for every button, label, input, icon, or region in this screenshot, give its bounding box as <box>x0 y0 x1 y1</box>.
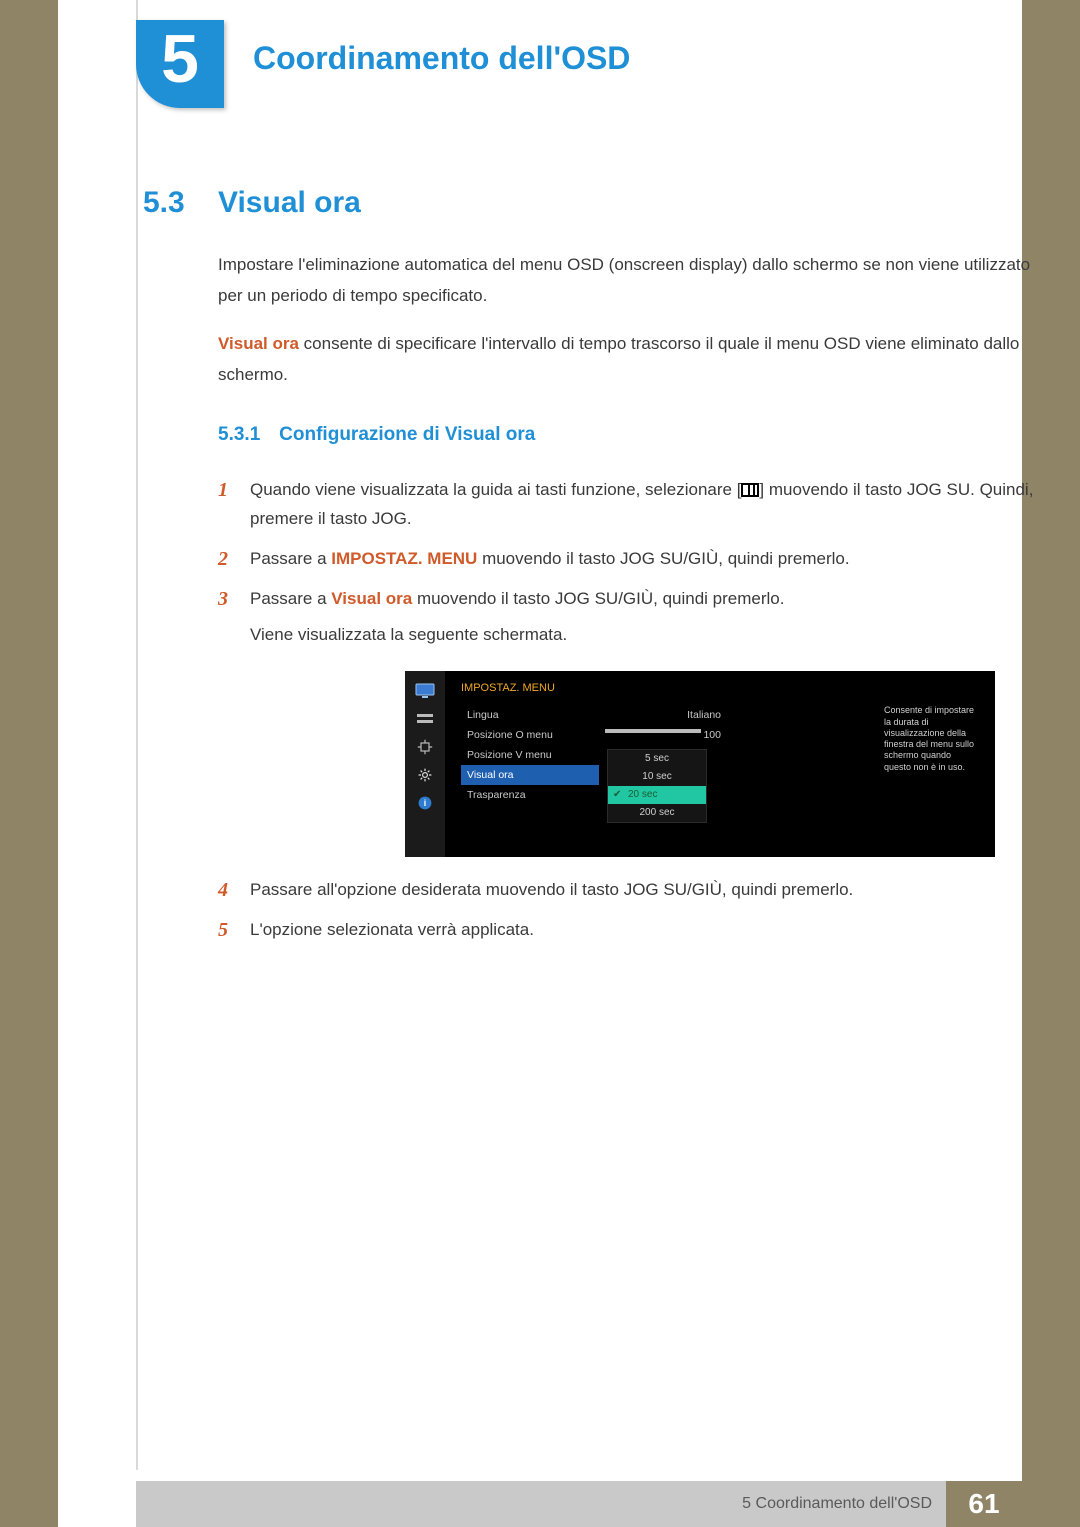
osd-menu-item: Posizione O menu <box>461 725 599 745</box>
osd-body: IMPOSTAZ. MENU Lingua Posizione O menu P… <box>455 679 987 849</box>
subsection-number: 5.3.1 <box>218 424 260 445</box>
step-3-text-b: muovendo il tasto JOG SU/GIÙ, quindi pre… <box>412 589 784 608</box>
section-title: Visual ora <box>218 186 361 220</box>
resize-icon <box>415 739 435 755</box>
step-4-text: Passare all'opzione desiderata muovendo … <box>250 880 853 899</box>
step-number: 4 <box>218 873 228 908</box>
manual-page: 5 Coordinamento dell'OSD 5.3 Visual ora … <box>58 0 1022 1527</box>
page-number: 61 <box>946 1481 1022 1527</box>
osd-value-poso: 100 <box>605 725 727 745</box>
osd-hint-text: Consente di impostare la durata di visua… <box>884 705 979 773</box>
step-2: 2 Passare a IMPOSTAZ. MENU muovendo il t… <box>218 544 1048 574</box>
osd-values: Italiano 100 <box>605 705 727 745</box>
step-2-text-b: muovendo il tasto JOG SU/GIÙ, quindi pre… <box>477 549 849 568</box>
osd-popup-option: 5 sec <box>608 750 706 768</box>
osd-popup: 5 sec 10 sec 20 sec 200 sec <box>607 749 707 823</box>
step-5: 5 L'opzione selezionata verrà applicata. <box>218 915 1048 945</box>
osd-popup-option: 10 sec <box>608 768 706 786</box>
step-1-text-a: Quando viene visualizzata la guida ai ta… <box>250 480 741 499</box>
osd-menu-item: Lingua <box>461 705 599 725</box>
step-4: 4 Passare all'opzione desiderata muovend… <box>218 875 1048 905</box>
sliders-icon <box>415 711 435 727</box>
osd-popup-option-selected: 20 sec <box>608 786 706 804</box>
step-3-text-c: Viene visualizzata la seguente schermata… <box>250 625 567 644</box>
osd-screenshot: i IMPOSTAZ. MENU Lingua Posizione O menu… <box>405 671 995 857</box>
step-number: 1 <box>218 473 228 508</box>
subsection-heading: 5.3.1 Configurazione di Visual ora <box>218 418 1048 452</box>
osd-slider <box>605 729 701 733</box>
section-number: 5.3 <box>143 186 185 220</box>
step-3-bold: Visual ora <box>331 589 412 608</box>
info-icon: i <box>415 795 435 811</box>
osd-value-lingua: Italiano <box>605 705 727 725</box>
chapter-number-tab: 5 <box>136 20 224 108</box>
step-5-text: L'opzione selezionata verrà applicata. <box>250 920 534 939</box>
subsection-title: Configurazione di Visual ora <box>279 424 535 445</box>
left-rule <box>136 0 138 1470</box>
step-1: 1 Quando viene visualizzata la guida ai … <box>218 475 1048 535</box>
step-number: 2 <box>218 542 228 577</box>
steps-list: 1 Quando viene visualizzata la guida ai … <box>218 475 1048 945</box>
step-3: 3 Passare a Visual ora muovendo il tasto… <box>218 584 1048 858</box>
osd-menu-item-selected: Visual ora <box>461 765 599 785</box>
osd-popup-option: 200 sec <box>608 804 706 822</box>
menu-grid-icon <box>741 483 759 497</box>
osd-menu-item: Trasparenza <box>461 785 599 805</box>
step-number: 3 <box>218 582 228 617</box>
footer-text: 5 Coordinamento dell'OSD <box>742 1481 932 1527</box>
step-2-bold: IMPOSTAZ. MENU <box>331 549 477 568</box>
osd-menu-item: Posizione V menu <box>461 745 599 765</box>
monitor-icon <box>415 683 435 699</box>
osd-header: IMPOSTAZ. MENU <box>455 679 987 698</box>
term-visual-ora: Visual ora <box>218 334 299 353</box>
intro-p2-rest: consente di specificare l'intervallo di … <box>218 334 1019 384</box>
step-number: 5 <box>218 913 228 948</box>
intro-paragraph-1: Impostare l'eliminazione automatica del … <box>218 250 1048 311</box>
osd-sidebar: i <box>405 671 445 857</box>
osd-menu-list: Lingua Posizione O menu Posizione V menu… <box>461 705 599 805</box>
gear-icon <box>415 767 435 783</box>
step-2-text-a: Passare a <box>250 549 331 568</box>
intro-paragraph-2: Visual ora consente di specificare l'int… <box>218 329 1048 390</box>
body-content: Impostare l'eliminazione automatica del … <box>218 250 1048 955</box>
svg-text:i: i <box>424 799 426 809</box>
step-3-text-a: Passare a <box>250 589 331 608</box>
chapter-title: Coordinamento dell'OSD <box>253 40 630 77</box>
